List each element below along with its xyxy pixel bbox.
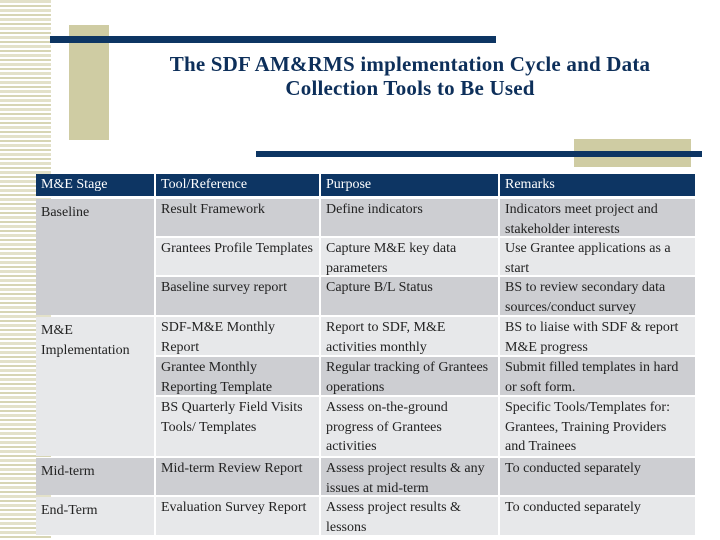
decorative-navy-bar-bottom [256, 151, 702, 157]
table-row: Evaluation Survey Report Assess project … [156, 497, 695, 535]
stage-group-me-implementation: M&E Implementation SDF-M&E Monthly Repor… [36, 317, 695, 456]
slide-title-line2: Collection Tools to Be Used [285, 76, 535, 100]
purpose-cell: Define indicators [321, 199, 498, 236]
tool-text: Grantees Profile Templates [161, 241, 313, 256]
tool-cell: SDF-M&E Monthly Report [156, 317, 319, 355]
tool-cell: Evaluation Survey Report [156, 497, 319, 535]
purpose-cell: Regular tracking of Grantees operations [321, 357, 498, 395]
stage-cell: M&E Implementation [36, 317, 154, 456]
tool-cell: Grantee Monthly Reporting Template [156, 357, 319, 395]
table-row: Grantee Monthly Reporting Template Regul… [156, 357, 695, 395]
tool-cell: Result Framework [156, 199, 319, 236]
header-purpose: Purpose [321, 174, 498, 196]
table-row: SDF-M&E Monthly Report Report to SDF, M&… [156, 317, 695, 355]
table-row: Baseline survey report Capture B/L Statu… [156, 277, 695, 315]
purpose-cell: Assess project results & lessons [321, 497, 498, 535]
purpose-cell: Report to SDF, M&E activities monthly [321, 317, 498, 355]
stage-group-mid-term: Mid-term Mid-term Review Report Assess p… [36, 458, 695, 496]
remarks-cell: Specific Tools/Templates for: Grantees, … [500, 397, 695, 456]
slide-title: The SDF AM&RMS implementation Cycle and … [120, 52, 700, 100]
table-row: Grantees Profile Templates Capture M&E k… [156, 238, 695, 276]
remarks-cell: Indicators meet project and stakeholder … [500, 199, 695, 237]
purpose-cell: Assess on-the-ground progress of Grantee… [321, 397, 498, 456]
remarks-cell: Use Grantee applications as a start [500, 238, 695, 276]
stage-cell: Mid-term [36, 458, 154, 495]
table-header-row: M&E Stage Tool/Reference Purpose Remarks [36, 174, 695, 196]
table-row: Result Framework Define indicators Indic… [156, 199, 695, 237]
purpose-cell: Assess project results & any issues at m… [321, 458, 498, 496]
table-row: Mid-term Review Report Assess project re… [156, 458, 695, 496]
data-collection-table: M&E Stage Tool/Reference Purpose Remarks… [36, 174, 695, 537]
table-row: BS Quarterly Field Visits Tools/ Templat… [156, 397, 695, 456]
tool-cell: Baseline survey report [156, 277, 319, 315]
tool-cell: Mid-term Review Report [156, 458, 319, 495]
remarks-cell: To conducted separately [500, 458, 695, 495]
stage-group-end-term: End-Term Evaluation Survey Report Assess… [36, 497, 695, 535]
decorative-navy-bar-top [50, 36, 496, 43]
tool-cell: BS Quarterly Field Visits Tools/ Templat… [156, 397, 319, 456]
header-me-stage: M&E Stage [36, 174, 154, 196]
slide-title-line1: The SDF AM&RMS implementation Cycle and … [169, 52, 651, 76]
header-remarks: Remarks [500, 174, 695, 196]
remarks-cell: Submit filled templates in hard or soft … [500, 357, 695, 395]
tool-cell: Grantees Profile Templates [156, 238, 319, 275]
header-tool-reference: Tool/Reference [156, 174, 319, 196]
stage-group-baseline: Baseline Result Framework Define indicat… [36, 199, 695, 315]
remarks-cell: To conducted separately [500, 497, 695, 535]
stage-cell: End-Term [36, 497, 154, 535]
purpose-cell: Capture B/L Status [321, 277, 498, 315]
stage-cell: Baseline [36, 199, 154, 315]
purpose-cell: Capture M&E key data parameters [321, 238, 498, 276]
remarks-cell: BS to review secondary data sources/cond… [500, 277, 695, 315]
remarks-cell: BS to liaise with SDF & report M&E progr… [500, 317, 695, 355]
